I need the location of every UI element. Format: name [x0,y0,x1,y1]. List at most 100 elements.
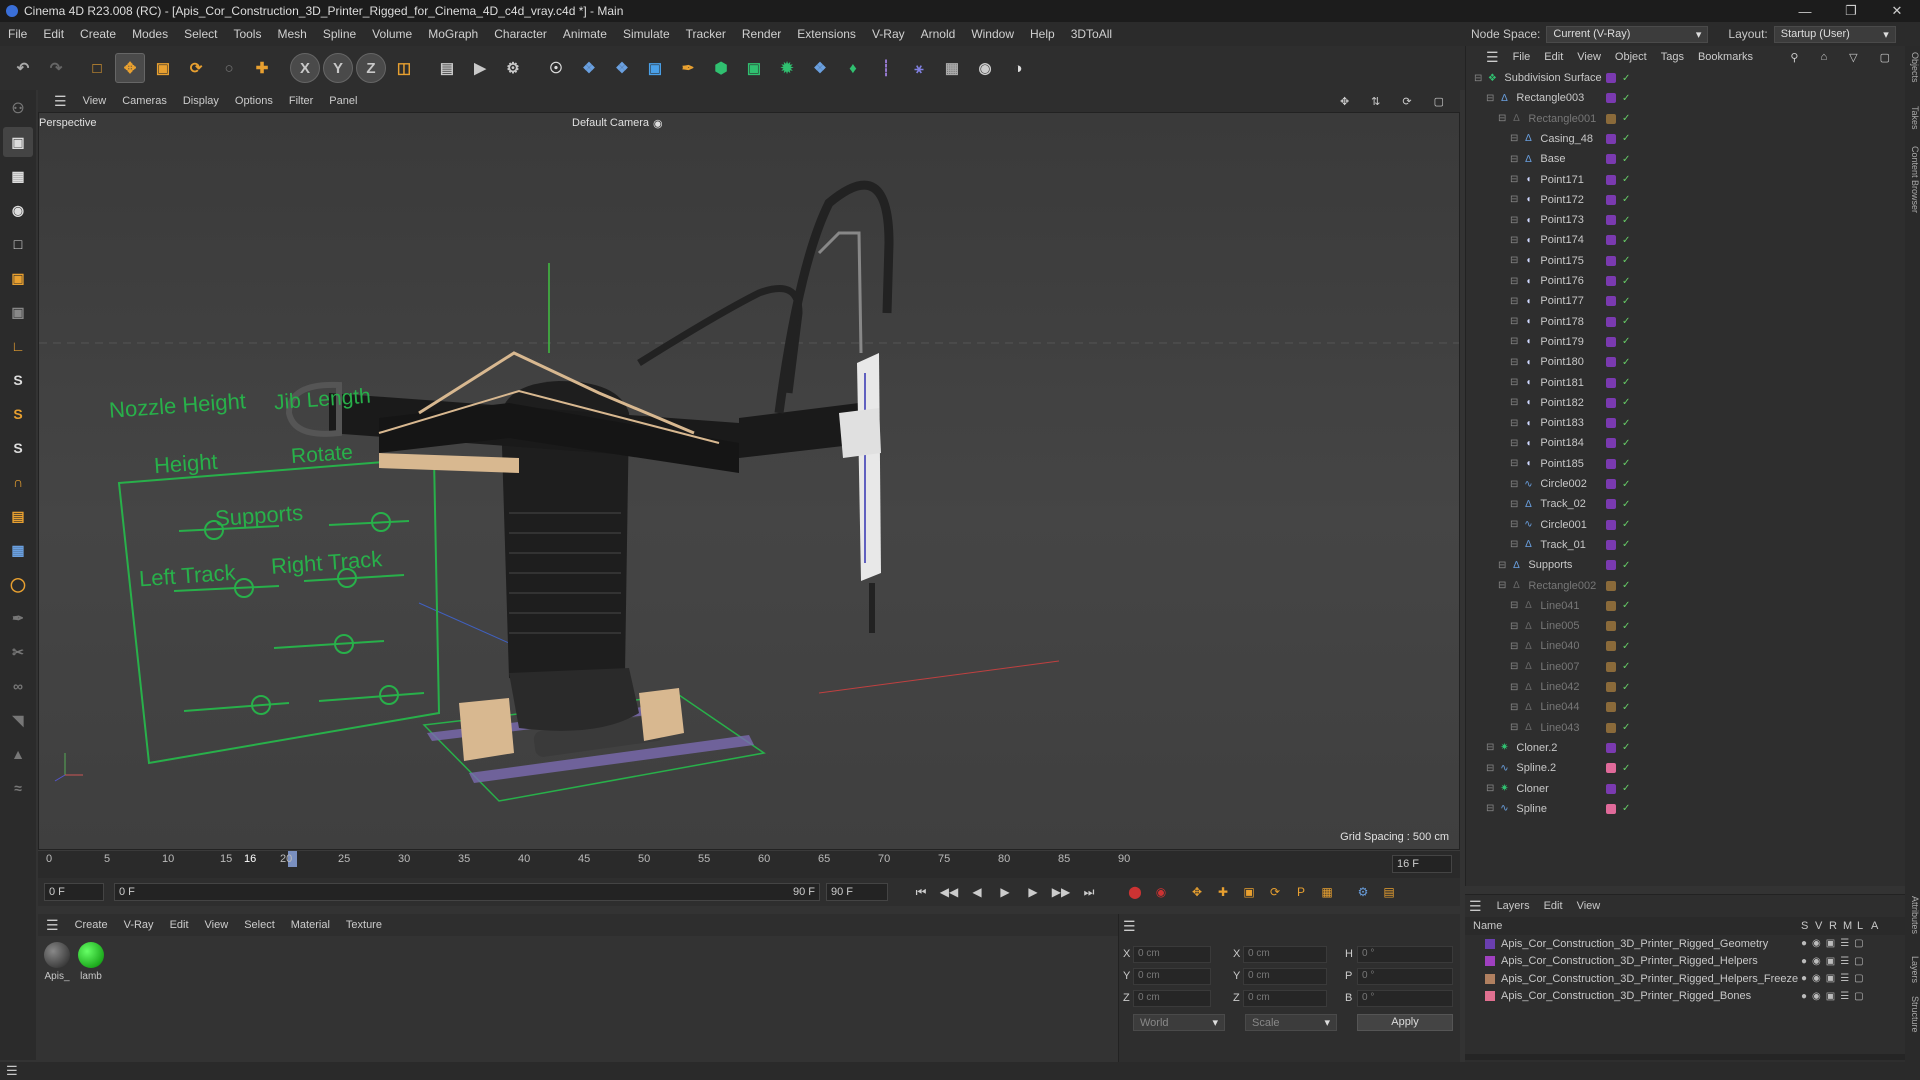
object-name[interactable]: Point179 [1540,336,1583,348]
extrude-tool-icon[interactable]: ▲ [3,739,33,769]
menu-item-create[interactable]: Create [72,27,124,41]
hamburger-icon[interactable]: ☰ [1123,918,1136,935]
layer-name[interactable]: Apis_Cor_Construction_3D_Printer_Rigged_… [1501,955,1758,967]
move-icon[interactable]: ✥ [115,53,145,83]
object-name[interactable]: Subdivision Surface [1504,72,1601,84]
end-frame-field[interactable]: 90 F [826,883,888,901]
make-editable-icon[interactable]: ⚇ [3,93,33,123]
object-name[interactable]: Line044 [1540,701,1579,713]
layer-color-swatch[interactable] [1606,560,1616,571]
object-row[interactable]: ⊟ ✷ Cloner.2 ✓ [1466,738,1906,758]
axis-z-button[interactable]: Z [356,53,386,83]
snap-settings-icon[interactable]: S [3,399,33,429]
layer-color-swatch[interactable] [1606,113,1616,124]
object-name[interactable]: Base [1540,153,1565,165]
layer-color-swatch[interactable] [1606,763,1616,774]
play-icon[interactable]: ▶ [994,881,1016,903]
menu-item-file[interactable]: File [0,27,35,41]
object-name[interactable]: Cloner.2 [1516,742,1557,754]
axis-y-button[interactable]: Y [323,53,353,83]
menu-item-extensions[interactable]: Extensions [789,27,864,41]
key-rotate-icon[interactable]: ⟳ [1264,881,1286,903]
layer-color-swatch[interactable] [1606,783,1616,794]
extrude-icon[interactable]: ▣ [739,53,769,83]
coordinate-space-select[interactable]: World ▾ [1133,1014,1225,1031]
mograph-icon[interactable]: ♦ [838,53,868,83]
menu-item-character[interactable]: Character [486,27,555,41]
close-button[interactable]: ✕ [1874,0,1920,22]
enabled-check-icon[interactable]: ✓ [1622,580,1630,591]
object-name[interactable]: Point172 [1540,194,1583,206]
object-row[interactable]: ⊟ ◖ Point181 ✓ [1466,373,1906,393]
material-swatch[interactable]: lamb [76,942,106,982]
layer-color-swatch[interactable] [1606,479,1616,489]
layout-select[interactable]: Startup (User) ▾ [1773,25,1896,43]
layer-color-swatch[interactable] [1606,276,1616,286]
layer-color-swatch[interactable] [1485,956,1495,966]
tab-objects[interactable]: Objects [1905,52,1920,83]
enabled-check-icon[interactable]: ✓ [1622,763,1630,774]
object-row[interactable]: ⊟ ◖ Point185 ✓ [1466,454,1906,474]
layer-menu-layers[interactable]: Layers [1490,900,1537,912]
coordinate-system-icon[interactable]: ◫ [389,53,419,83]
python-icon-2[interactable]: ❖ [607,53,637,83]
expand-toggle-icon[interactable]: ⊟ [1510,357,1518,368]
expand-toggle-icon[interactable]: ⊟ [1486,742,1494,753]
expand-toggle-icon[interactable]: ⊟ [1510,296,1518,307]
object-name[interactable]: Point173 [1540,214,1583,226]
object-row[interactable]: ⊟ ∆ Line041 ✓ [1466,596,1906,616]
layer-color-swatch[interactable] [1606,682,1616,692]
rot-h-field[interactable]: 0 ° [1357,946,1453,963]
layer-color-swatch[interactable] [1606,255,1616,266]
camera-icon[interactable]: ◉ [970,53,1000,83]
object-name[interactable]: Track_01 [1540,539,1585,551]
key-pla-icon[interactable]: ▦ [1316,881,1338,903]
menu-item-window[interactable]: Window [963,27,1022,41]
key-param-icon[interactable]: P [1290,881,1312,903]
enabled-check-icon[interactable]: ✓ [1622,539,1630,550]
object-row[interactable]: ⊟ ∆ Base ✓ [1466,149,1906,169]
viewport-menu-options[interactable]: Options [227,95,281,107]
enabled-check-icon[interactable]: ✓ [1622,357,1630,368]
tab-takes[interactable]: Takes [1905,106,1920,130]
key-position-icon[interactable]: ✥ [1186,881,1208,903]
apply-button[interactable]: Apply [1357,1014,1453,1031]
enabled-check-icon[interactable]: ✓ [1622,194,1630,205]
object-row[interactable]: ⊟ ∆ Line005 ✓ [1466,616,1906,636]
layer-color-swatch[interactable] [1606,336,1616,347]
menu-item-volume[interactable]: Volume [364,27,420,41]
python-icon-3[interactable]: ❖ [805,53,835,83]
object-row[interactable]: ⊟ ◖ Point176 ✓ [1466,271,1906,291]
layer-toggle-icons[interactable]: ●◉▣☰▢ [1801,938,1869,949]
object-row[interactable]: ⊟ ∿ Spline.2 ✓ [1466,758,1906,778]
object-row[interactable]: ⊟ ∿ Circle001 ✓ [1466,515,1906,535]
object-name[interactable]: Line041 [1540,600,1579,612]
enabled-check-icon[interactable]: ✓ [1622,458,1630,469]
layer-row[interactable]: Apis_Cor_Construction_3D_Printer_Rigged_… [1465,935,1905,952]
object-row[interactable]: ⊟ ◖ Point175 ✓ [1466,251,1906,271]
rotate-icon[interactable]: ⟳ [181,53,211,83]
minimize-button[interactable]: — [1782,0,1828,22]
pos-z-field[interactable]: 0 cm [1133,990,1211,1007]
object-row[interactable]: ⊟ ❖ Subdivision Surface ✓ [1466,68,1906,88]
viewport-menu-cameras[interactable]: Cameras [114,95,175,107]
layer-color-swatch[interactable] [1606,661,1616,672]
menu-item-tools[interactable]: Tools [225,27,269,41]
object-name[interactable]: Point184 [1540,437,1583,449]
enabled-check-icon[interactable]: ✓ [1622,316,1630,327]
timeline-window-icon[interactable]: ▤ [1378,881,1400,903]
knife-icon[interactable]: ✂ [3,637,33,667]
object-name[interactable]: Point177 [1540,295,1583,307]
hamburger-icon[interactable]: ☰ [38,917,67,934]
object-row[interactable]: ⊟ ◖ Point173 ✓ [1466,210,1906,230]
object-name[interactable]: Line005 [1540,620,1579,632]
enabled-check-icon[interactable]: ✓ [1622,479,1630,490]
layer-name[interactable]: Apis_Cor_Construction_3D_Printer_Rigged_… [1501,990,1751,1002]
expand-toggle-icon[interactable]: ⊟ [1498,560,1506,571]
menu-item-render[interactable]: Render [734,27,789,41]
bevel-icon[interactable]: ◥ [3,705,33,735]
expand-toggle-icon[interactable]: ⊟ [1474,73,1482,84]
orbit-icon[interactable]: ⟳ [1394,95,1419,108]
layer-color-swatch[interactable] [1606,722,1616,733]
object-name[interactable]: Point180 [1540,356,1583,368]
